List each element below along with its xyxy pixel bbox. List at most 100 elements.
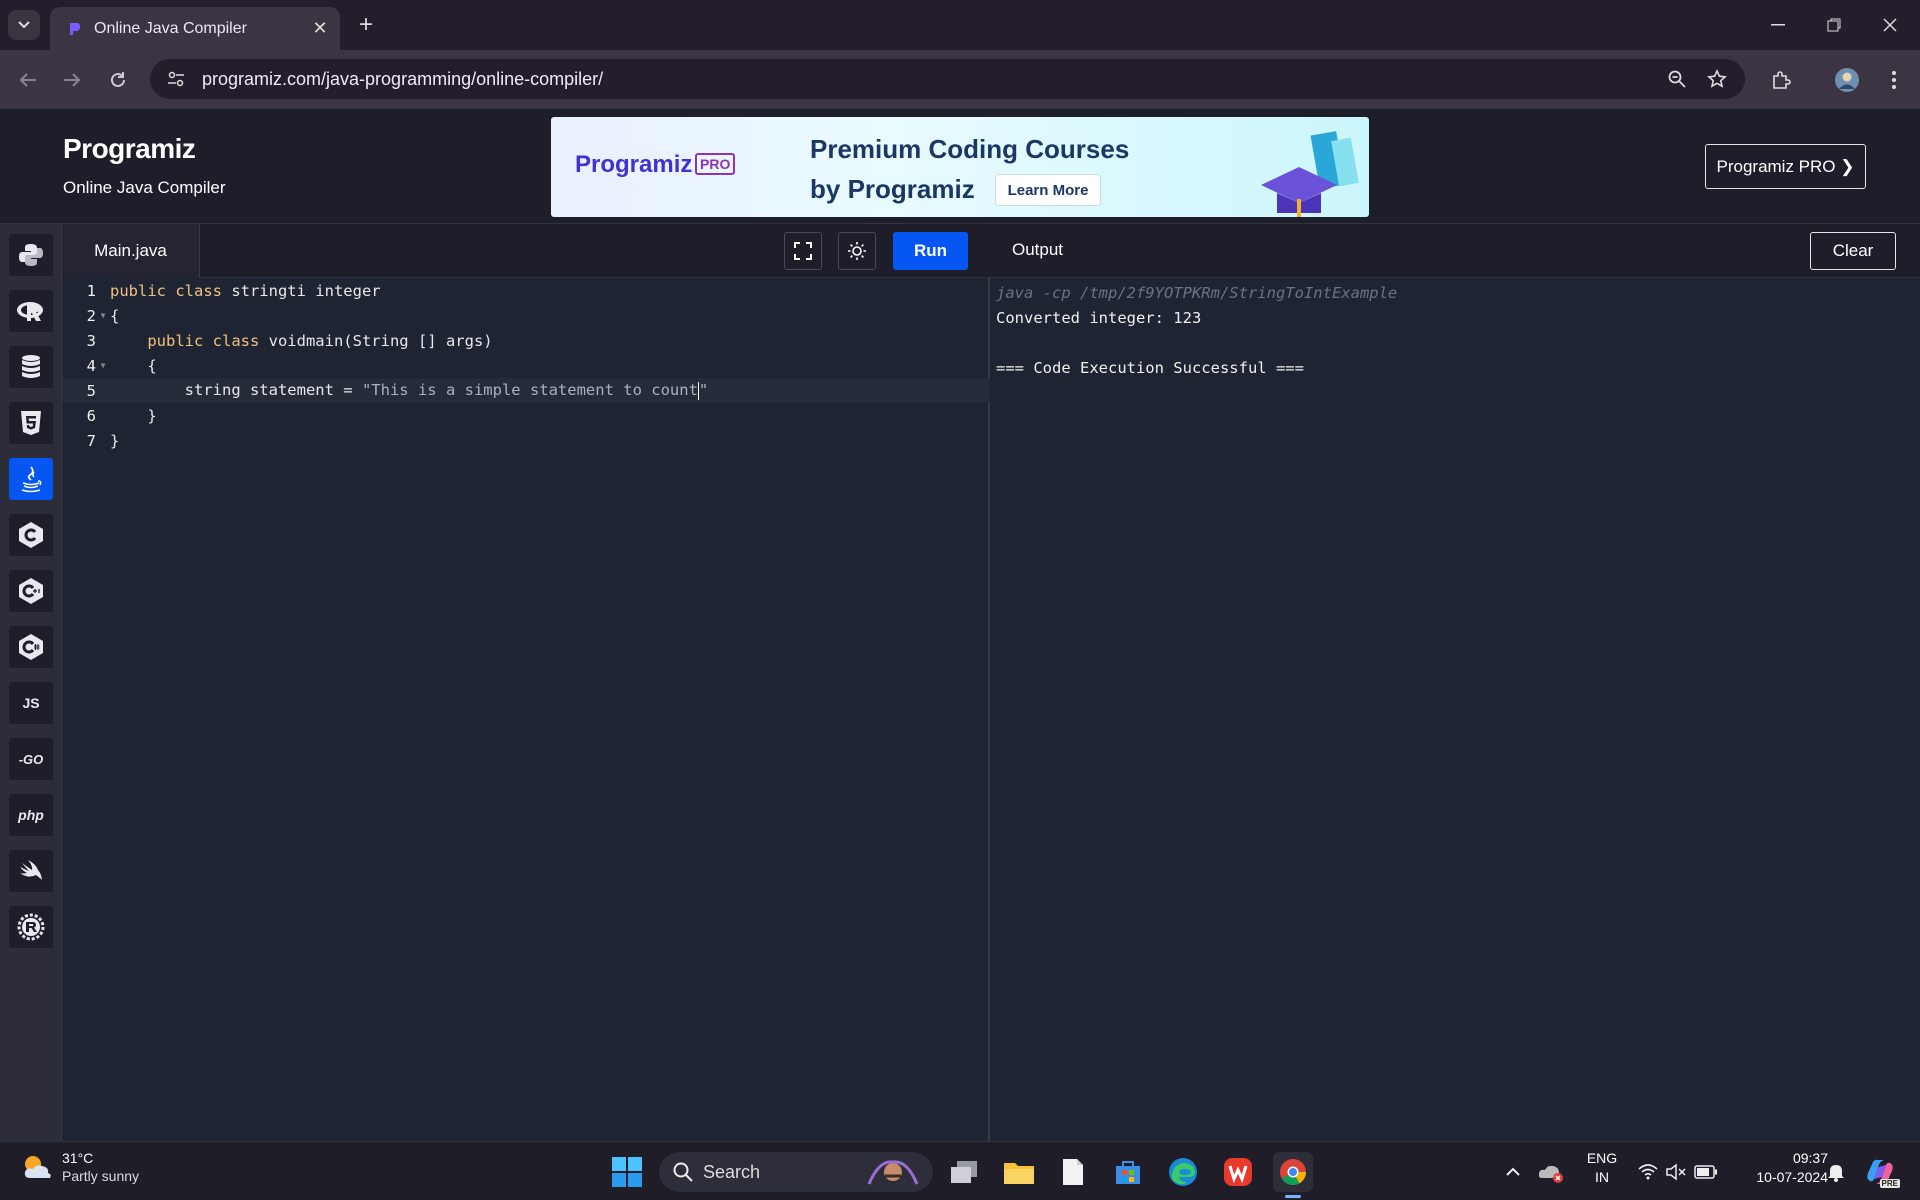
lang-csharp-button[interactable]: [9, 626, 53, 668]
lang-cpp-button[interactable]: [9, 570, 53, 612]
lang-r-button[interactable]: [9, 290, 53, 332]
taskbar-search[interactable]: Search: [659, 1152, 933, 1192]
code-line[interactable]: 1 public class stringti integer: [62, 278, 990, 303]
file-explorer-button[interactable]: [999, 1152, 1039, 1192]
learn-more-button[interactable]: Learn More: [995, 174, 1101, 206]
programiz-pro-button[interactable]: Programiz PRO ❯: [1705, 144, 1866, 189]
close-tab-icon[interactable]: ✕: [306, 15, 334, 43]
code-token: }: [110, 431, 120, 450]
show-hidden-icons-button[interactable]: [1493, 1152, 1533, 1192]
fold-arrow-icon[interactable]: ▼: [96, 311, 110, 320]
close-window-button[interactable]: [1862, 0, 1918, 50]
bookmark-star-icon[interactable]: [1697, 69, 1737, 89]
restore-button[interactable]: [1806, 0, 1862, 50]
start-button[interactable]: [607, 1152, 647, 1192]
profile-avatar[interactable]: [1831, 64, 1863, 96]
lang-javascript-button[interactable]: JS: [9, 682, 53, 724]
search-placeholder: Search: [703, 1161, 761, 1182]
promo-banner[interactable]: Programiz PRO Premium Coding Courses by …: [551, 117, 1369, 217]
code-line-active[interactable]: 5 string statement = "This is a simple s…: [62, 378, 990, 403]
javascript-label: JS: [22, 695, 40, 711]
volume-muted-icon: [1666, 1163, 1686, 1181]
lang-php-button[interactable]: php: [9, 794, 53, 836]
wps-icon: [1224, 1158, 1252, 1186]
code-area[interactable]: 1 public class stringti integer 2 ▼ { 3 p…: [62, 278, 990, 453]
site-info-icon[interactable]: [156, 71, 196, 87]
minimize-icon: [1771, 24, 1785, 26]
code-token: {: [110, 306, 120, 325]
line-number: 2: [86, 306, 96, 325]
address-bar[interactable]: programiz.com/java-programming/online-co…: [150, 59, 1745, 99]
weather-temperature: 31°C: [62, 1150, 94, 1166]
line-number: 5: [86, 381, 96, 400]
notepad-button[interactable]: [1053, 1152, 1093, 1192]
rust-icon: [17, 913, 45, 941]
folder-icon: [1004, 1163, 1034, 1184]
document-icon: [1063, 1159, 1083, 1185]
lang-c-button[interactable]: [9, 514, 53, 556]
line-number: 7: [86, 431, 96, 450]
reload-button[interactable]: [102, 64, 134, 96]
chevron-down-icon: [18, 21, 30, 29]
clear-button[interactable]: Clear: [1810, 232, 1896, 270]
close-icon: [1883, 18, 1897, 32]
region-code: IN: [1595, 1169, 1609, 1185]
weather-widget[interactable]: 31°C Partly sunny: [20, 1150, 139, 1184]
input-language-indicator[interactable]: ENG IN: [1580, 1150, 1624, 1185]
code-line[interactable]: 3 public class voidmain(String [] args): [62, 328, 990, 353]
line-number: 4: [86, 356, 96, 375]
tab-search-button[interactable]: [8, 10, 40, 40]
output-console[interactable]: java -cp /tmp/2f9YOTPKRm/StringToIntExam…: [996, 280, 1397, 380]
chrome-button[interactable]: [1273, 1152, 1313, 1198]
code-line[interactable]: 2 ▼ {: [62, 303, 990, 328]
code-line[interactable]: 4 ▼ {: [62, 353, 990, 378]
fold-arrow-icon[interactable]: ▼: [96, 361, 110, 370]
theme-toggle-button[interactable]: [838, 232, 876, 270]
line-number: 3: [86, 331, 96, 350]
fullscreen-icon: [794, 242, 812, 260]
back-button[interactable]: [12, 64, 44, 96]
code-text: {: [110, 307, 119, 325]
code-token: stringti integer: [221, 281, 381, 300]
database-icon: [22, 355, 40, 378]
code-text: public class voidmain(String [] args): [110, 332, 492, 350]
battery-status[interactable]: [1686, 1152, 1726, 1192]
star-icon: [1707, 69, 1727, 88]
browser-tab[interactable]: Online Java Compiler ✕: [50, 7, 340, 50]
chevron-up-icon: [1506, 1167, 1520, 1176]
edge-button[interactable]: [1163, 1152, 1203, 1192]
file-tab-main-java[interactable]: Main.java: [62, 224, 200, 278]
magnifier-minus-icon: [1668, 70, 1686, 88]
extensions-button[interactable]: [1765, 64, 1797, 96]
clock[interactable]: 09:37 10-07-2024: [1732, 1150, 1828, 1185]
onedrive-status-button[interactable]: [1531, 1152, 1571, 1192]
zoom-icon[interactable]: [1657, 70, 1697, 88]
copilot-button[interactable]: PRE: [1860, 1152, 1900, 1192]
forward-button[interactable]: [56, 64, 88, 96]
task-view-button[interactable]: [944, 1152, 984, 1192]
lang-swift-button[interactable]: [9, 850, 53, 892]
lang-java-button[interactable]: [9, 458, 53, 500]
minimize-button[interactable]: [1750, 0, 1806, 50]
new-tab-button[interactable]: +: [350, 10, 382, 40]
lang-sql-button[interactable]: [9, 346, 53, 388]
code-line[interactable]: 6 }: [62, 403, 990, 428]
browser-menu-button[interactable]: [1878, 64, 1910, 96]
store-icon: [1116, 1161, 1140, 1184]
code-text: }: [110, 432, 119, 450]
output-command-line: java -cp /tmp/2f9YOTPKRm/StringToIntExam…: [996, 283, 1398, 302]
r-icon: [17, 302, 43, 321]
code-line[interactable]: 7 }: [62, 428, 990, 453]
wps-office-button[interactable]: [1218, 1152, 1258, 1192]
lang-html-button[interactable]: [9, 402, 53, 444]
run-button[interactable]: Run: [893, 232, 968, 270]
microsoft-store-button[interactable]: [1108, 1152, 1148, 1192]
output-pane: Output Clear java -cp /tmp/2f9YOTPKRm/St…: [990, 224, 1920, 1141]
fullscreen-button[interactable]: [784, 232, 822, 270]
lang-rust-button[interactable]: [9, 906, 53, 948]
programiz-logo[interactable]: Programiz: [63, 133, 196, 165]
notifications-button[interactable]: [1816, 1152, 1856, 1192]
lang-python-button[interactable]: [9, 234, 53, 276]
code-text: string statement = "This is a simple sta…: [110, 381, 708, 400]
lang-go-button[interactable]: -GO: [9, 738, 53, 780]
